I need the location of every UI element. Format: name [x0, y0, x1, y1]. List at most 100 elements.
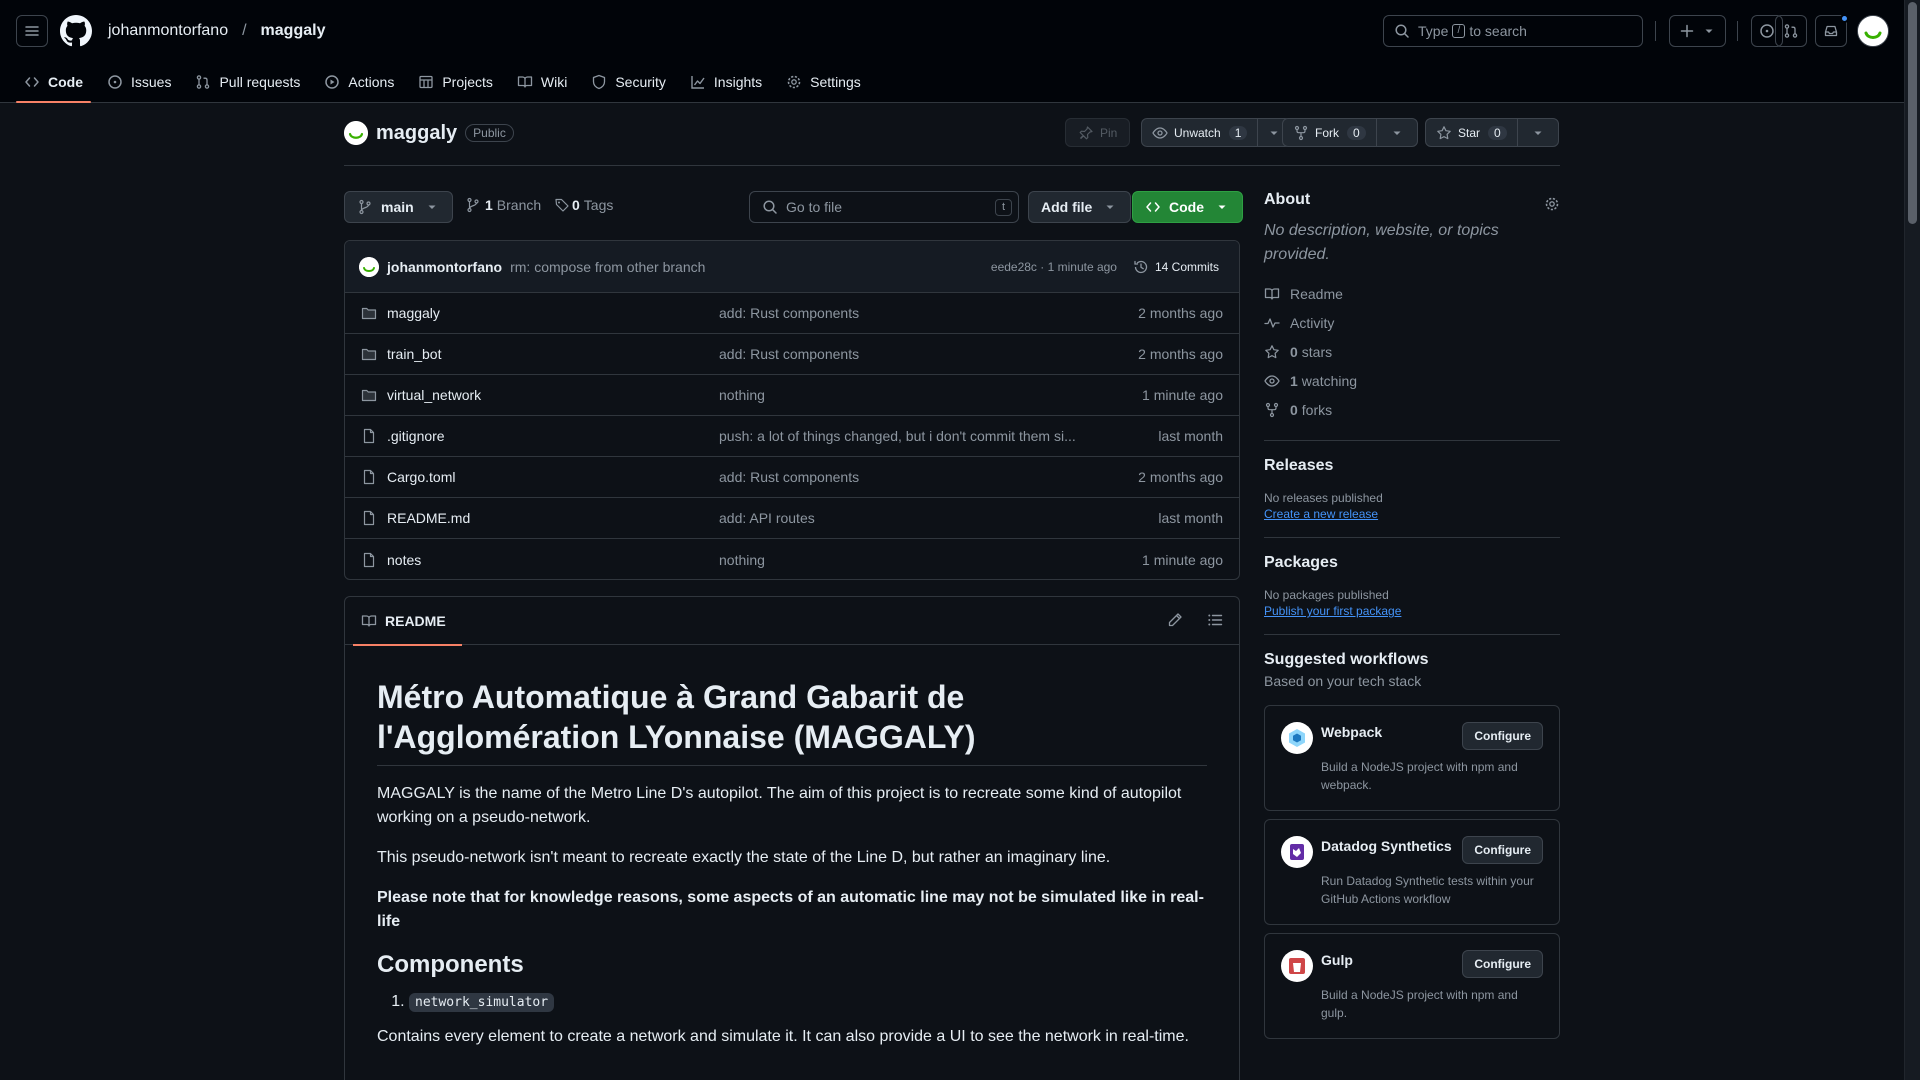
branch-selector[interactable]: main	[344, 191, 453, 223]
publish-package-link[interactable]: Publish your first package	[1264, 604, 1401, 618]
file-row[interactable]: .gitignore push: a lot of things changed…	[345, 416, 1239, 457]
fork-main[interactable]: Fork 0	[1283, 119, 1376, 146]
book-icon	[361, 614, 377, 627]
fork-dropdown[interactable]	[1375, 119, 1417, 146]
tag-icon	[555, 198, 569, 212]
create-new-button[interactable]	[1669, 15, 1726, 47]
tab-projects[interactable]: Projects	[410, 66, 501, 98]
commit-hash-time[interactable]: eede28c · 1 minute ago	[991, 260, 1117, 274]
divider	[1264, 440, 1560, 441]
tab-insights[interactable]: Insights	[682, 66, 770, 98]
star-main[interactable]: Star 0	[1426, 119, 1517, 146]
breadcrumb-owner[interactable]: johanmontorfano	[108, 22, 228, 40]
breadcrumb-repo[interactable]: maggaly	[261, 22, 326, 40]
file-commit-message[interactable]: push: a lot of things changed, but i don…	[719, 428, 1076, 444]
file-row[interactable]: maggaly add: Rust components 2 months ag…	[345, 293, 1239, 334]
pull-requests-button[interactable]	[1775, 15, 1807, 47]
file-commit-message[interactable]: add: Rust components	[719, 469, 859, 485]
tab-security[interactable]: Security	[583, 66, 674, 98]
pull-request-icon	[197, 75, 210, 89]
configure-button[interactable]: Configure	[1462, 722, 1543, 750]
file-name[interactable]: Cargo.toml	[387, 469, 455, 485]
stars-link[interactable]: 0 stars	[1264, 337, 1560, 366]
tags-link[interactable]: 0 Tags	[554, 197, 613, 213]
scrollbar-thumb[interactable]	[1908, 2, 1917, 224]
file-name[interactable]: notes	[387, 552, 421, 568]
pin-button[interactable]: Pin	[1065, 118, 1131, 147]
tab-pull-requests[interactable]: Pull requests	[187, 66, 308, 98]
plus-icon	[1680, 24, 1693, 38]
outline-list-icon[interactable]	[1207, 612, 1223, 628]
tab-issues[interactable]: Issues	[99, 66, 179, 98]
code-button[interactable]: Code	[1132, 191, 1243, 223]
tab-actions[interactable]: Actions	[316, 66, 402, 98]
add-file-button[interactable]: Add file	[1028, 191, 1132, 223]
create-release-link[interactable]: Create a new release	[1264, 507, 1378, 521]
branch-count: 1	[485, 197, 493, 213]
star-button[interactable]: Star 0	[1425, 118, 1559, 147]
file-row[interactable]: virtual_network nothing 1 minute ago	[345, 375, 1239, 416]
breadcrumb: johanmontorfano / maggaly	[108, 22, 325, 40]
workflow-description: Build a NodeJS project with npm and webp…	[1321, 760, 1518, 792]
configure-button[interactable]: Configure	[1462, 836, 1543, 864]
github-logo-icon[interactable]	[60, 15, 92, 47]
packages-title[interactable]: Packages	[1264, 554, 1560, 572]
gear-icon[interactable]	[1544, 196, 1560, 212]
tab-label: Issues	[131, 74, 172, 90]
readme-tab[interactable]: README	[353, 597, 462, 646]
readme-link[interactable]: Readme	[1264, 279, 1560, 308]
forks-link[interactable]: 0 forks	[1264, 395, 1560, 424]
about-links: Readme Activity 0 stars 1 watching 0 for…	[1264, 279, 1560, 424]
repo-name[interactable]: maggaly	[376, 122, 457, 145]
star-dropdown[interactable]	[1516, 119, 1558, 146]
tab-wiki[interactable]: Wiki	[509, 66, 575, 98]
divider	[1737, 21, 1738, 41]
triangle-down-icon	[1106, 205, 1114, 209]
tab-settings[interactable]: Settings	[778, 66, 869, 98]
tab-label: Projects	[442, 74, 493, 90]
file-commit-message[interactable]: nothing	[719, 387, 765, 403]
packages-empty: No packages published	[1264, 588, 1389, 602]
releases-title[interactable]: Releases	[1264, 457, 1560, 475]
menu-button[interactable]	[16, 15, 48, 47]
file-row[interactable]: train_bot add: Rust components 2 months …	[345, 334, 1239, 375]
triangle-down-icon	[1218, 205, 1226, 209]
file-commit-message[interactable]: nothing	[719, 552, 765, 568]
unwatch-label: Unwatch	[1174, 125, 1221, 140]
file-commit-message[interactable]: add: Rust components	[719, 346, 859, 362]
file-row[interactable]: notes nothing 1 minute ago	[345, 539, 1239, 579]
file-name[interactable]: README.md	[387, 510, 470, 526]
repo-owner-avatar	[344, 121, 368, 145]
file-name[interactable]: .gitignore	[387, 428, 445, 444]
star-icon	[1437, 125, 1451, 139]
branches-link[interactable]: 1 Branch	[465, 197, 541, 213]
fork-button[interactable]: Fork 0	[1282, 118, 1418, 147]
webpack-icon	[1281, 722, 1313, 754]
workflow-card: Webpack Configure Build a NodeJS project…	[1264, 705, 1560, 811]
watching-link[interactable]: 1 watching	[1264, 366, 1560, 395]
file-name[interactable]: maggaly	[387, 305, 440, 321]
triangle-down-icon	[1534, 131, 1542, 135]
readme-panel: README Métro Automatique à Grand Gabarit…	[344, 596, 1240, 1080]
unwatch-button[interactable]: Unwatch 1	[1141, 118, 1292, 147]
user-avatar[interactable]	[1857, 15, 1889, 47]
tab-code[interactable]: Code	[16, 66, 91, 103]
file-row[interactable]: Cargo.toml add: Rust components 2 months…	[345, 457, 1239, 498]
commit-author[interactable]: johanmontorfano	[387, 259, 502, 275]
commit-author-avatar	[359, 256, 379, 277]
activity-link[interactable]: Activity	[1264, 308, 1560, 337]
file-name[interactable]: train_bot	[387, 346, 441, 362]
commit-message[interactable]: rm: compose from other branch	[510, 259, 705, 275]
file-name[interactable]: virtual_network	[387, 387, 481, 403]
go-to-file-input[interactable]: Go to file t	[749, 191, 1019, 223]
search-input[interactable]: Type / to search	[1383, 15, 1643, 47]
file-commit-message[interactable]: add: Rust components	[719, 305, 859, 321]
commits-link[interactable]: 14 Commits	[1133, 259, 1219, 275]
graph-icon	[691, 76, 705, 89]
configure-button[interactable]: Configure	[1462, 950, 1543, 978]
workflows-subtitle: Based on your tech stack	[1264, 673, 1422, 689]
unwatch-main[interactable]: Unwatch 1	[1142, 119, 1257, 146]
pencil-icon[interactable]	[1167, 612, 1183, 628]
file-row[interactable]: README.md add: API routes last month	[345, 498, 1239, 539]
file-commit-message[interactable]: add: API routes	[719, 510, 815, 526]
